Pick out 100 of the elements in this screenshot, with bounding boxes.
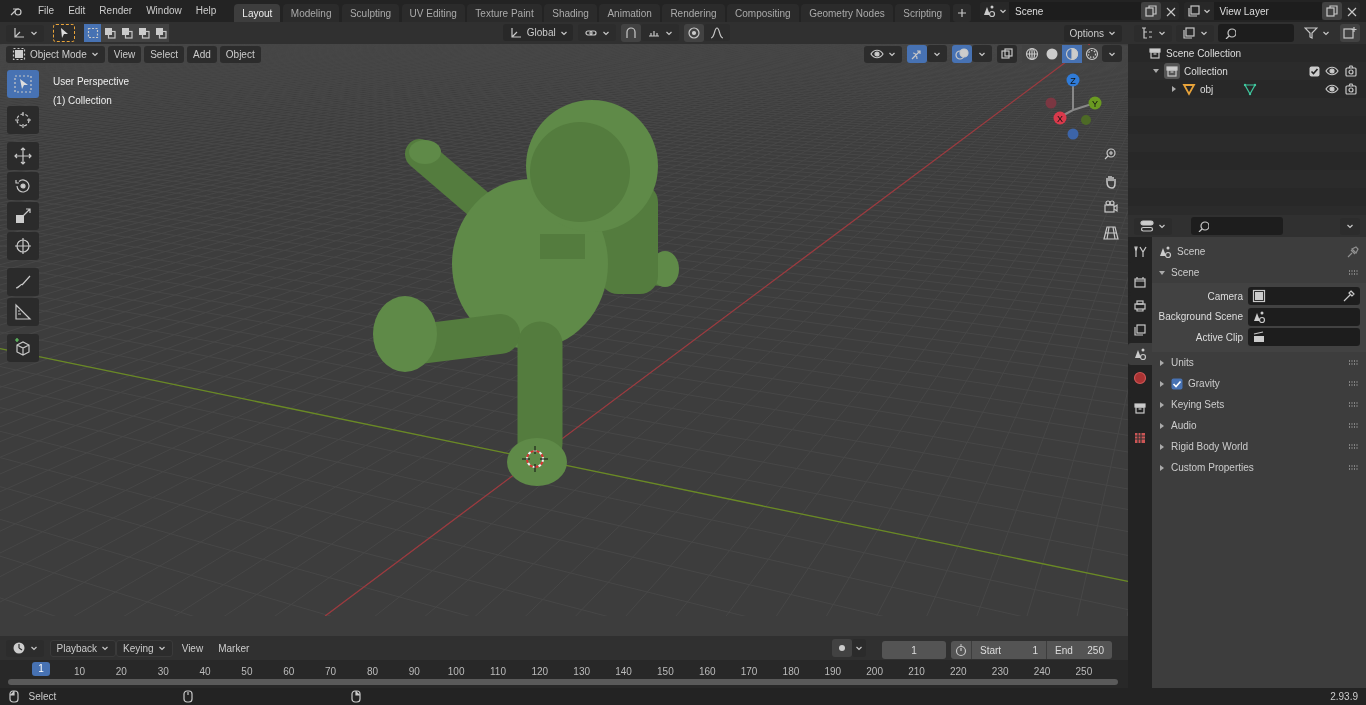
disclosure-triangle-icon[interactable]	[1158, 463, 1166, 472]
view-layer-dropdown[interactable]	[1176, 24, 1214, 42]
workspace-tab[interactable]: Shading	[544, 4, 597, 22]
workspace-tab[interactable]: Texture Paint	[467, 4, 542, 22]
current-frame-field[interactable]: 1	[882, 641, 946, 659]
frame-number: 200	[865, 665, 884, 679]
falloff-dropdown[interactable]	[703, 24, 730, 41]
workspace-tab[interactable]: UV Editing	[401, 4, 465, 22]
plus-icon	[955, 7, 968, 19]
editor-type-button[interactable]	[6, 24, 44, 42]
gizmo-dropdown[interactable]	[927, 45, 947, 62]
scene-icon	[1158, 244, 1172, 259]
select-tool-button[interactable]	[53, 24, 75, 42]
disclosure-triangle-icon[interactable]	[1170, 85, 1178, 93]
workspace-tab[interactable]: Animation	[599, 4, 660, 22]
timeline-dropdown[interactable]: Keying	[116, 639, 173, 657]
scene-field[interactable]	[1248, 307, 1360, 326]
view-layer-name-field[interactable]: View Layer	[1213, 2, 1322, 20]
workspace-tab[interactable]: Rendering	[662, 4, 725, 22]
section-title[interactable]: Keying Sets	[1171, 397, 1225, 412]
playhead[interactable]: 1	[32, 662, 50, 676]
disclosure-triangle-icon[interactable]	[1158, 268, 1166, 277]
rendered-shading-button[interactable]	[1082, 45, 1102, 63]
astronaut-model-drawing[interactable]	[373, 100, 679, 486]
view-layer-selector[interactable]: View Layer	[1184, 2, 1360, 20]
timeline-menu-item[interactable]: Marker	[212, 639, 256, 657]
overlay-dropdown[interactable]	[972, 45, 992, 62]
tree-item-label[interactable]: Collection	[1184, 63, 1228, 79]
start-frame-field[interactable]: Start 1	[971, 641, 1046, 659]
rotate-tool-button[interactable]	[7, 172, 39, 200]
camera-field[interactable]	[1248, 287, 1360, 305]
panel-title[interactable]: Scene	[1171, 265, 1200, 280]
section-title[interactable]: Gravity	[1188, 376, 1220, 391]
scene-selector[interactable]: Scene	[979, 2, 1179, 20]
tree-item-label[interactable]: obj	[1200, 81, 1214, 97]
menu-item[interactable]: Window	[140, 2, 188, 20]
xray-toggle[interactable]	[997, 45, 1017, 63]
workspace-tab[interactable]: Sculpting	[341, 4, 400, 22]
workspace-tab[interactable]: Scripting	[895, 4, 951, 22]
outliner-search-field[interactable]	[1218, 24, 1294, 42]
editor-type-button[interactable]	[6, 639, 44, 657]
section-title[interactable]: Units	[1171, 355, 1194, 370]
section-title[interactable]: Custom Properties	[1171, 460, 1254, 475]
snap-dropdown[interactable]	[640, 24, 679, 41]
end-frame-field[interactable]: End 250	[1046, 641, 1112, 659]
disclosure-triangle-icon[interactable]	[1158, 442, 1166, 451]
solid-shading-button[interactable]	[1042, 45, 1062, 63]
navigation-gizmo[interactable]: Z Y X	[1038, 70, 1108, 140]
scene-name-field[interactable]: Scene	[1009, 2, 1141, 20]
selection-mode-button[interactable]	[118, 24, 135, 42]
annotate-tool-button[interactable]	[7, 268, 39, 296]
disclosure-triangle-icon[interactable]	[1152, 67, 1160, 75]
workspace-tab[interactable]: Layout	[234, 4, 281, 22]
selection-mode-button[interactable]	[101, 24, 118, 42]
measure-tool-button[interactable]	[7, 298, 39, 326]
display-mode-dropdown[interactable]	[1134, 24, 1172, 42]
scale-tool-button[interactable]	[7, 202, 39, 230]
transform-tool-button[interactable]	[7, 232, 39, 260]
selection-mode-button[interactable]	[84, 24, 101, 42]
disclosure-triangle-icon[interactable]	[1158, 400, 1166, 409]
overlay-toggle[interactable]	[952, 45, 972, 63]
add-cube-tool-button[interactable]	[7, 334, 39, 362]
move-tool-button[interactable]	[7, 142, 39, 170]
proportional-edit-toggle[interactable]	[683, 24, 704, 42]
selection-mode-button[interactable]	[152, 24, 169, 42]
checkbox[interactable]	[1309, 65, 1320, 77]
menu-item[interactable]: File	[32, 2, 61, 20]
clip-field[interactable]	[1248, 328, 1360, 346]
selection-mode-button[interactable]	[135, 24, 152, 42]
cursor-tool-button[interactable]	[7, 106, 39, 134]
workspace-tab[interactable]: Modeling	[282, 4, 340, 22]
timeline-menu-item[interactable]: View	[175, 639, 210, 657]
menu-item[interactable]: Edit	[62, 2, 92, 20]
disclosure-triangle-icon[interactable]	[1158, 421, 1166, 430]
new-collection-button[interactable]	[1340, 24, 1360, 42]
pivot-dropdown[interactable]	[577, 24, 616, 41]
keying-dropdown[interactable]	[852, 639, 866, 657]
tree-item-label[interactable]: Scene Collection	[1166, 45, 1242, 61]
workspace-tab[interactable]: Geometry Nodes	[801, 4, 893, 22]
properties-options-dropdown[interactable]	[1340, 217, 1360, 235]
record-button[interactable]	[832, 639, 852, 657]
shading-dropdown[interactable]	[1102, 45, 1122, 62]
menu-item[interactable]: Render	[93, 2, 139, 20]
timeline-scrollbar[interactable]	[8, 679, 1118, 685]
options-dropdown[interactable]: Options	[1063, 24, 1122, 42]
workspace-tab[interactable]: Compositing	[727, 4, 799, 22]
material-shading-button[interactable]	[1062, 45, 1082, 63]
add-workspace-button[interactable]	[952, 4, 971, 22]
section-title[interactable]: Audio	[1171, 418, 1197, 433]
orientation-dropdown[interactable]: Global	[502, 24, 573, 41]
checkbox[interactable]	[1171, 377, 1183, 390]
snap-toggle[interactable]	[620, 24, 641, 42]
timeline-dropdown[interactable]: Playback	[49, 639, 117, 657]
disclosure-triangle-icon[interactable]	[1158, 358, 1166, 367]
menu-item[interactable]: Help	[189, 2, 223, 20]
editor-type-button[interactable]	[1134, 217, 1172, 235]
section-title[interactable]: Rigid Body World	[1171, 439, 1249, 454]
gizmo-toggle[interactable]	[907, 45, 927, 63]
disclosure-triangle-icon[interactable]	[1158, 379, 1166, 388]
properties-search-field[interactable]	[1191, 217, 1283, 235]
